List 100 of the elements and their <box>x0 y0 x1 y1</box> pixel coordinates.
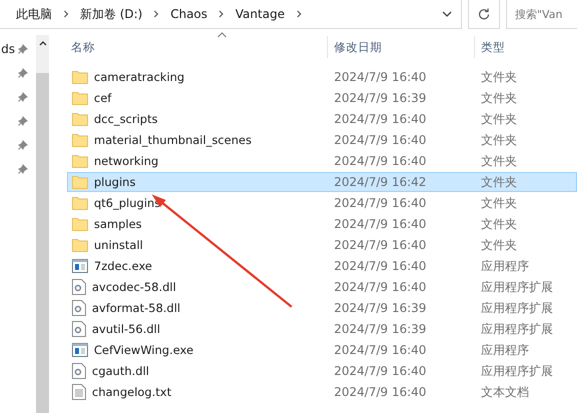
type-cell-text: 文件夹 <box>480 194 518 212</box>
file-row[interactable]: avcodec-58.dll 2024/7/9 16:40 应用程序扩展 <box>67 277 577 297</box>
gear-file-icon <box>72 300 86 316</box>
file-row[interactable]: samples 2024/7/9 16:40 文件夹 <box>67 214 577 234</box>
chevron-right-icon <box>62 10 70 18</box>
type-cell-text: 应用程序扩展 <box>480 320 554 338</box>
pin-icon[interactable] <box>18 68 28 78</box>
file-name: 7zdec.exe <box>94 259 152 273</box>
refresh-button[interactable] <box>468 0 500 29</box>
file-row[interactable]: CefViewWing.exe 2024/7/9 16:40 应用程序 <box>67 340 577 360</box>
file-row[interactable]: cgauth.dll 2024/7/9 16:40 应用程序扩展 <box>67 361 577 381</box>
file-name: material_thumbnail_scenes <box>94 133 252 147</box>
type-cell-text: 应用程序 <box>480 258 530 274</box>
pin-icon[interactable] <box>18 116 28 126</box>
chevron-down-icon <box>442 11 452 17</box>
file-name: networking <box>94 154 158 168</box>
folder-icon <box>72 217 88 231</box>
file-name: qt6_plugins <box>94 196 160 210</box>
file-row[interactable]: avformat-58.dll 2024/7/9 16:39 应用程序扩展 <box>67 298 577 318</box>
type-cell-text: 应用程序扩展 <box>480 362 554 380</box>
file-name: avformat-58.dll <box>92 301 180 315</box>
file-row[interactable]: uninstall 2024/7/9 16:40 文件夹 <box>67 235 577 255</box>
date-cell-text: 2024/7/9 16:40 <box>333 154 428 168</box>
date-cell-text: 2024/7/9 16:40 <box>333 238 428 252</box>
date-cell-text: 2024/7/9 16:40 <box>333 133 428 147</box>
folder-icon <box>72 154 88 168</box>
file-row[interactable]: cameratracking 2024/7/9 16:40 文件夹 <box>67 67 577 87</box>
type-cell-text: 文本文档 <box>480 384 530 400</box>
folder-icon <box>72 133 88 147</box>
file-name: samples <box>94 217 142 231</box>
column-header[interactable]: 名称 <box>71 40 95 54</box>
application-icon <box>72 259 88 273</box>
file-row[interactable]: material_thumbnail_scenes 2024/7/9 16:40 文件夹 <box>67 130 577 150</box>
type-cell-text: 文件夹 <box>480 68 518 86</box>
date-cell-text: 2024/7/9 16:40 <box>333 385 428 399</box>
gear-file-icon <box>72 363 86 379</box>
file-row[interactable]: cef 2024/7/9 16:39 文件夹 <box>67 88 577 108</box>
date-cell-text: 2024/7/9 16:39 <box>333 301 428 315</box>
file-row[interactable]: 7zdec.exe 2024/7/9 16:40 应用程序 <box>67 256 577 276</box>
file-row[interactable]: changelog.txt 2024/7/9 16:40 文本文档 <box>67 382 577 402</box>
column-header[interactable]: 修改日期 <box>334 40 382 54</box>
file-name: dcc_scripts <box>94 112 158 126</box>
date-cell-text: 2024/7/9 16:39 <box>333 322 428 336</box>
file-name: avcodec-58.dll <box>92 280 176 294</box>
file-name: cgauth.dll <box>92 364 150 378</box>
date-cell-text: 2024/7/9 16:40 <box>333 364 428 378</box>
folder-icon <box>72 175 88 189</box>
folder-icon <box>72 196 88 210</box>
selected-row[interactable]: plugins 2024/7/9 16:42 文件夹 <box>67 172 577 192</box>
file-name: cef <box>94 91 112 105</box>
date-cell-text: 2024/7/9 16:39 <box>333 91 428 105</box>
file-row[interactable]: networking 2024/7/9 16:40 文件夹 <box>67 151 577 171</box>
pin-icon[interactable] <box>18 140 28 150</box>
type-cell-text: 文件夹 <box>480 216 518 232</box>
file-name: CefViewWing.exe <box>94 343 194 357</box>
pin-icon[interactable] <box>18 164 28 174</box>
type-cell-text: 文件夹 <box>480 152 518 170</box>
text-file-icon <box>72 384 86 400</box>
file-name: changelog.txt <box>92 385 172 399</box>
type-cell-text: 文件夹 <box>480 90 518 106</box>
scroll-up-icon[interactable] <box>38 40 46 46</box>
type-cell-text: 文件夹 <box>480 174 518 190</box>
folder-icon <box>72 91 88 105</box>
breadcrumb-item[interactable]: 此电脑 <box>12 6 56 22</box>
file-name: uninstall <box>94 238 143 252</box>
sort-up-icon <box>217 32 227 38</box>
file-name: avutil-56.dll <box>92 322 160 336</box>
type-cell-text: 应用程序 <box>480 342 530 358</box>
date-cell-text: 2024/7/9 16:40 <box>333 70 428 84</box>
breadcrumb-item[interactable]: Chaos <box>166 7 212 21</box>
folder-icon <box>72 238 88 252</box>
date-cell-text: 2024/7/9 16:42 <box>333 175 428 189</box>
folder-icon <box>72 112 88 126</box>
address-bar[interactable]: 此电脑 新加卷 (D:) Chaos Vantage <box>0 0 462 29</box>
gear-file-icon <box>72 279 86 295</box>
pin-icon[interactable] <box>18 44 28 54</box>
chevron-right-icon <box>294 10 303 18</box>
file-row[interactable]: qt6_plugins 2024/7/9 16:40 文件夹 <box>67 193 577 213</box>
date-cell-text: 2024/7/9 16:40 <box>333 280 428 294</box>
refresh-icon <box>478 8 490 20</box>
file-name: plugins <box>94 175 136 189</box>
date-cell-text: 2024/7/9 16:40 <box>333 259 428 273</box>
breadcrumb-item[interactable]: Vantage <box>231 7 289 21</box>
application-icon <box>72 343 88 357</box>
type-cell-text: 应用程序扩展 <box>480 300 554 316</box>
column-header[interactable]: 类型 <box>481 40 505 54</box>
breadcrumb-item[interactable]: 新加卷 (D:) <box>76 6 146 22</box>
type-cell-text: 文件夹 <box>480 110 518 128</box>
file-row[interactable]: avutil-56.dll 2024/7/9 16:39 应用程序扩展 <box>67 319 577 339</box>
type-cell-text: 应用程序扩展 <box>480 278 554 296</box>
folder-icon <box>72 70 88 84</box>
search-field[interactable]: 搜索"Van <box>506 0 577 29</box>
chevron-right-icon <box>217 10 226 18</box>
date-cell-text: 2024/7/9 16:40 <box>333 196 428 210</box>
pin-icon[interactable] <box>18 92 28 102</box>
chevron-right-icon <box>152 10 160 18</box>
nav-item[interactable]: ds <box>1 42 15 56</box>
file-row[interactable]: dcc_scripts 2024/7/9 16:40 文件夹 <box>67 109 577 129</box>
type-cell-text: 文件夹 <box>480 132 518 148</box>
date-cell-text: 2024/7/9 16:40 <box>333 112 428 126</box>
